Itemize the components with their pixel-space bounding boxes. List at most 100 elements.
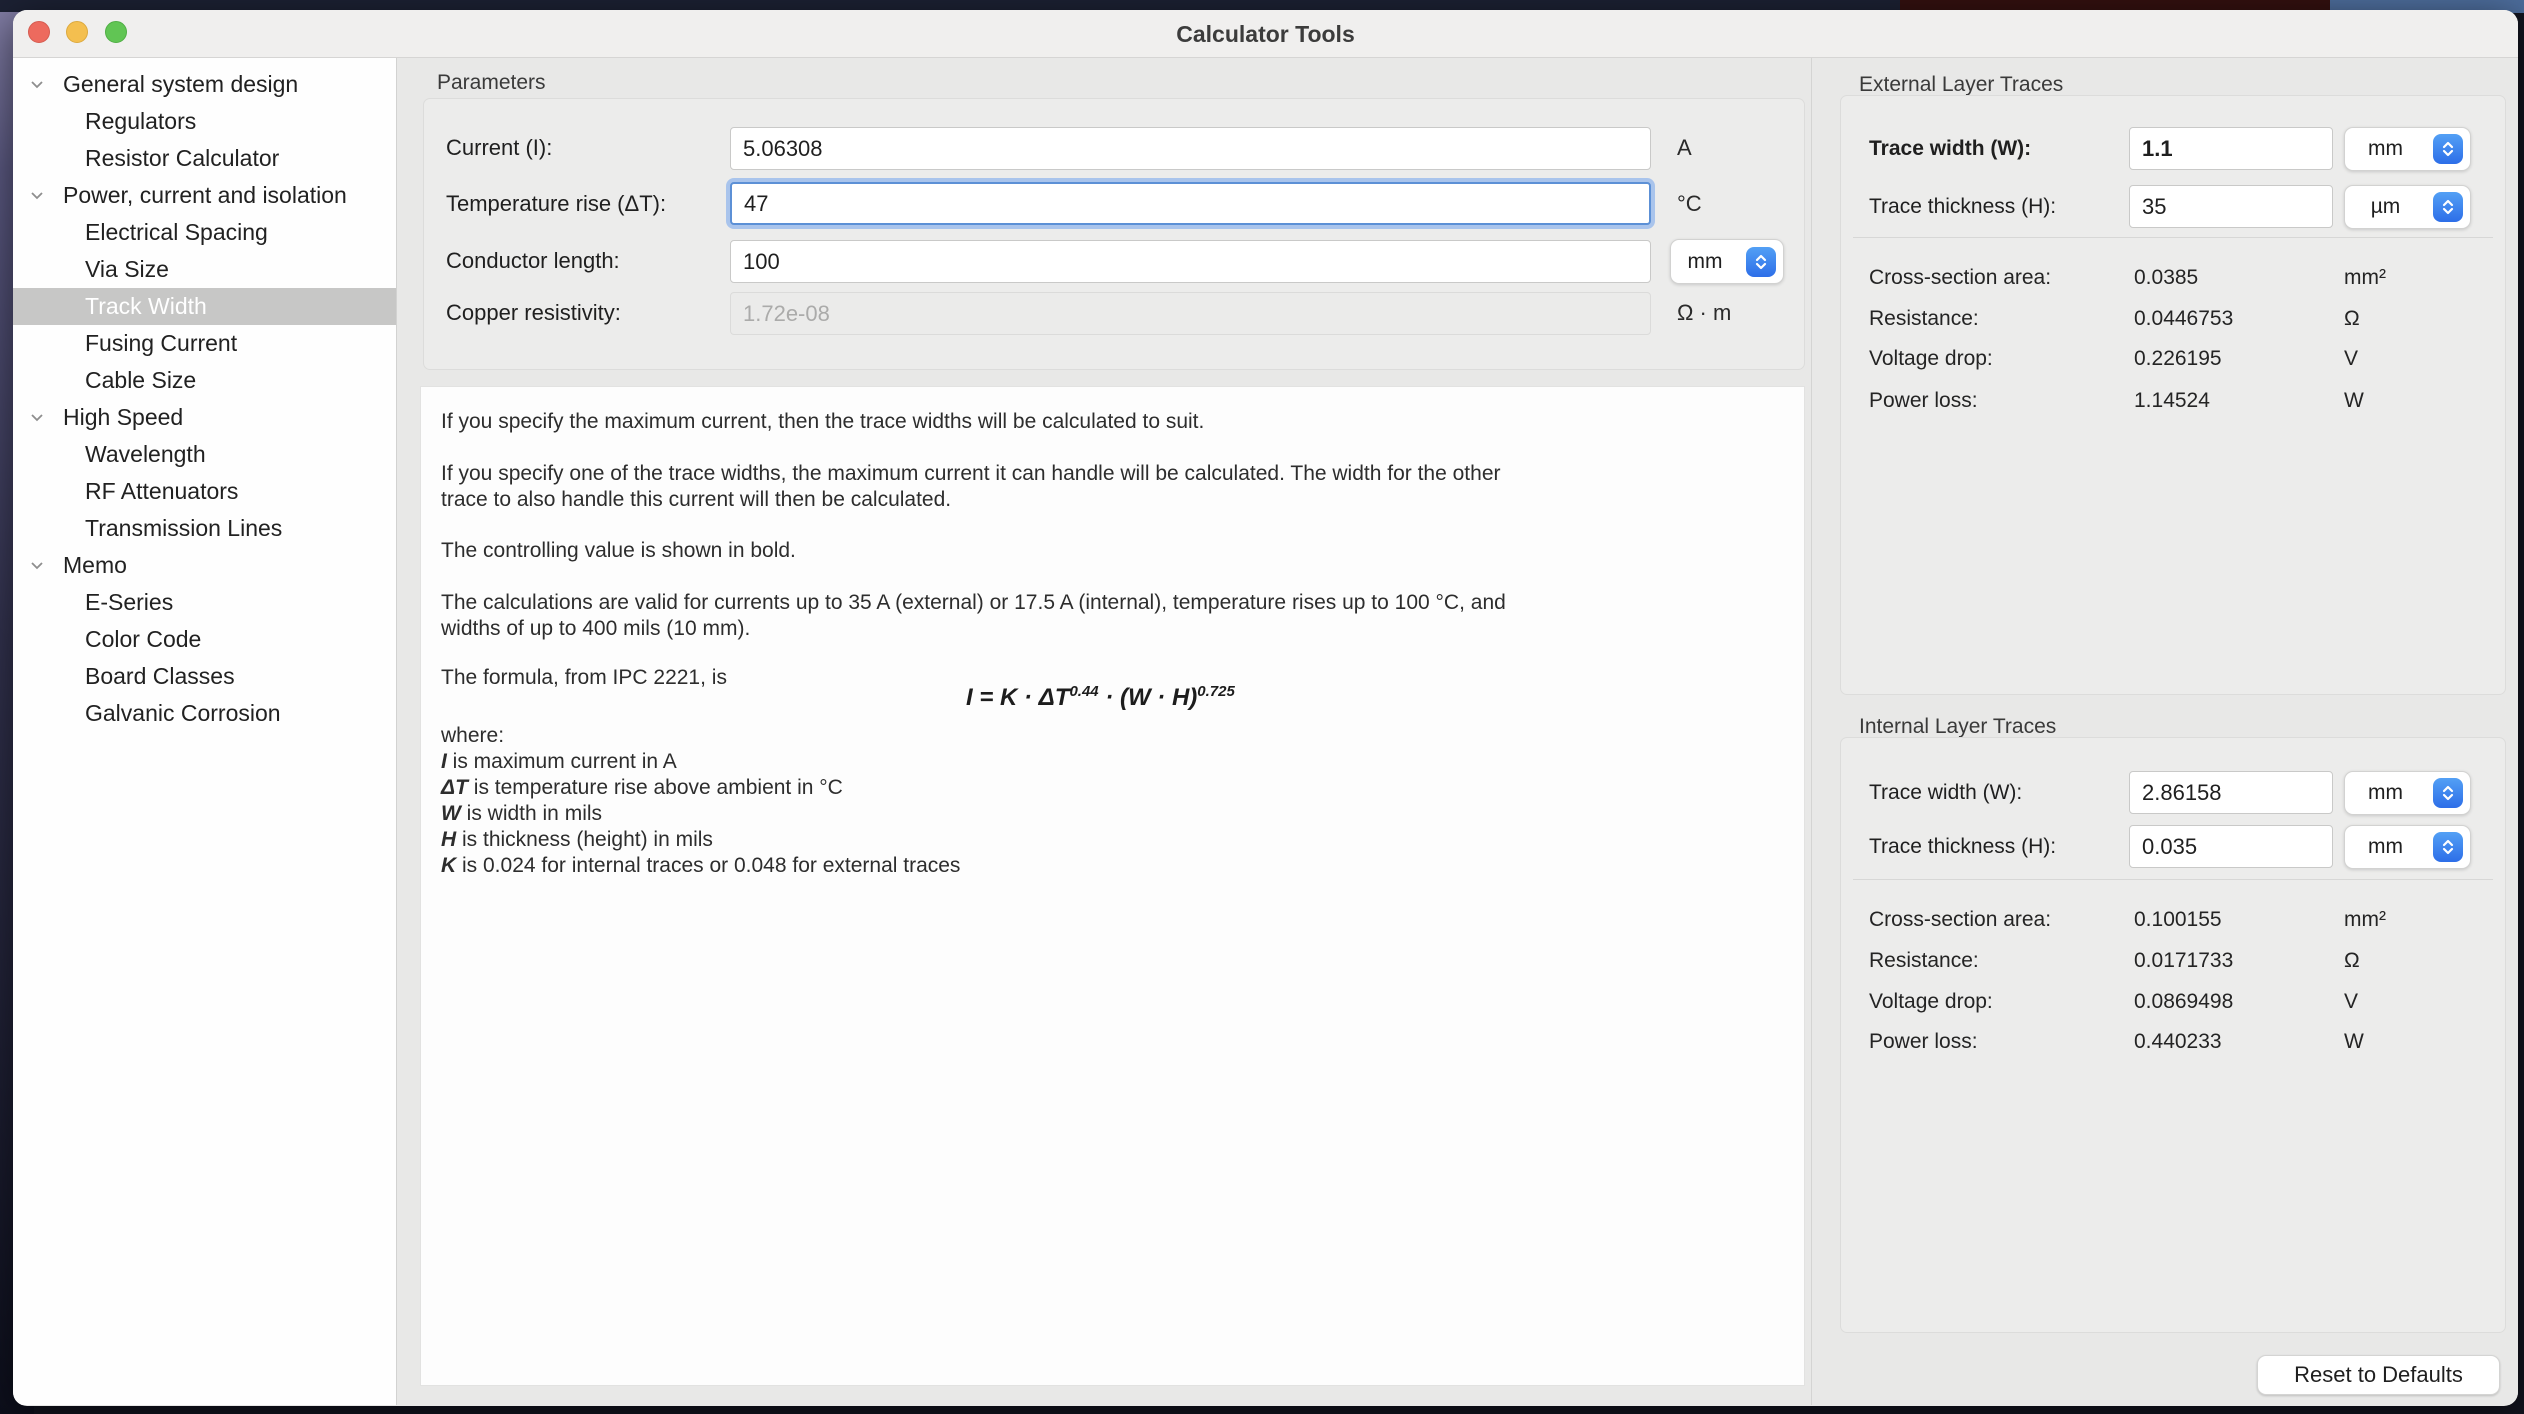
internal-trace-width-input[interactable] [2129, 771, 2333, 814]
where-line: I is maximum current in A [441, 749, 677, 775]
sidebar-item-via-size[interactable]: Via Size [13, 251, 396, 288]
internal-layer-traces-label: Internal Layer Traces [1859, 715, 2056, 739]
sidebar-item-color-code[interactable]: Color Code [13, 621, 396, 658]
external-power-loss-unit: W [2344, 386, 2364, 416]
divider [1853, 879, 2493, 880]
stepper-icon[interactable] [2433, 192, 2463, 222]
current-input[interactable] [730, 127, 1651, 170]
copper-resistivity-label: Copper resistivity: [446, 298, 621, 328]
sidebar-item-general-system-design[interactable]: General system design [13, 66, 396, 103]
internal-trace-thickness-unit-dropdown[interactable]: mm [2344, 825, 2471, 869]
external-trace-width-input[interactable] [2129, 127, 2333, 170]
chevron-down-icon[interactable] [30, 561, 44, 570]
dropdown-selected-value: mm [1671, 240, 1739, 283]
sidebar-item-high-speed[interactable]: High Speed [13, 399, 396, 436]
help-line: The controlling value is shown in bold. [441, 538, 796, 564]
sidebar-item-label: General system design [58, 71, 298, 98]
sidebar-item-label: Wavelength [13, 441, 206, 468]
stepper-icon[interactable] [2433, 134, 2463, 164]
sidebar-item-rf-attenuators[interactable]: RF Attenuators [13, 473, 396, 510]
help-line: The formula, from IPC 2221, is [441, 665, 727, 691]
dropdown-selected-value: mm [2345, 772, 2426, 814]
temperature-rise-input[interactable] [730, 182, 1651, 225]
internal-power-loss-value: 0.440233 [2134, 1027, 2222, 1057]
sidebar-item-label: Via Size [13, 256, 169, 283]
external-cross-section-value: 0.0385 [2134, 263, 2198, 293]
sidebar-item-resistor-calculator[interactable]: Resistor Calculator [13, 140, 396, 177]
temperature-rise-label: Temperature rise (ΔT): [446, 189, 666, 219]
help-line: trace to also handle this current will t… [441, 487, 951, 513]
sidebar-item-track-width[interactable]: Track Width [13, 288, 396, 325]
dropdown-selected-value: mm [2345, 128, 2426, 170]
help-line: If you specify the maximum current, then… [441, 409, 1204, 435]
sidebar-item-board-classes[interactable]: Board Classes [13, 658, 396, 695]
help-line: If you specify one of the trace widths, … [441, 461, 1501, 487]
sidebar-item-label: Galvanic Corrosion [13, 700, 281, 727]
internal-cross-section-value: 0.100155 [2134, 905, 2222, 935]
sidebar-item-transmission-lines[interactable]: Transmission Lines [13, 510, 396, 547]
divider [1853, 237, 2493, 238]
where-label: where: [441, 723, 504, 749]
chevron-down-icon[interactable] [30, 191, 44, 200]
external-trace-thickness-input[interactable] [2129, 185, 2333, 228]
sidebar-item-label: E-Series [13, 589, 173, 616]
sidebar-item-cable-size[interactable]: Cable Size [13, 362, 396, 399]
internal-trace-thickness-label: Trace thickness (H): [1869, 832, 2056, 862]
conductor-length-unit-dropdown[interactable]: mm [1670, 239, 1784, 284]
dropdown-selected-value: mm [2345, 826, 2426, 868]
window-title: Calculator Tools [13, 10, 2518, 58]
sidebar-item-label: Resistor Calculator [13, 145, 279, 172]
internal-trace-width-unit-dropdown[interactable]: mm [2344, 771, 2471, 815]
sidebar-item-wavelength[interactable]: Wavelength [13, 436, 396, 473]
external-trace-width-unit-dropdown[interactable]: mm [2344, 127, 2471, 171]
conductor-length-input[interactable] [730, 240, 1651, 283]
sidebar-item-fusing-current[interactable]: Fusing Current [13, 325, 396, 362]
internal-voltage-drop-unit: V [2344, 987, 2358, 1017]
conductor-length-label: Conductor length: [446, 246, 620, 276]
current-label: Current (I): [446, 133, 552, 163]
ipc2221-formula: I = K · ΔT0.44 · (W · H)0.725 [966, 683, 1235, 712]
stepper-icon[interactable] [1746, 247, 1776, 277]
internal-voltage-drop-value: 0.0869498 [2134, 987, 2233, 1017]
sidebar-item-label: Track Width [13, 293, 207, 320]
sidebar-item-label: Board Classes [13, 663, 235, 690]
sidebar-item-label: High Speed [58, 404, 183, 431]
internal-trace-thickness-input[interactable] [2129, 825, 2333, 868]
sidebar-item-label: Transmission Lines [13, 515, 282, 542]
dropdown-selected-value: µm [2345, 186, 2426, 228]
external-resistance-label: Resistance: [1869, 304, 1979, 334]
sidebar-item-label: Cable Size [13, 367, 196, 394]
copper-resistivity-unit-label: Ω · m [1677, 298, 1731, 328]
stepper-icon[interactable] [2433, 832, 2463, 862]
sidebar-item-power-current-isolation[interactable]: Power, current and isolation [13, 177, 396, 214]
sidebar-item-electrical-spacing[interactable]: Electrical Spacing [13, 214, 396, 251]
internal-resistance-unit: Ω [2344, 946, 2360, 976]
sidebar-item-label: Fusing Current [13, 330, 237, 357]
help-line: widths of up to 400 mils (10 mm). [441, 616, 750, 642]
track-width-main-panel: Parameters Current (I): A Temperature ri… [397, 58, 1812, 1405]
chevron-down-icon[interactable] [30, 80, 44, 89]
external-cross-section-unit: mm² [2344, 263, 2386, 293]
parameters-section-label: Parameters [437, 71, 546, 95]
reset-to-defaults-button[interactable]: Reset to Defaults [2257, 1355, 2500, 1395]
chevron-down-icon[interactable] [30, 413, 44, 422]
current-unit-label: A [1677, 133, 1692, 163]
internal-voltage-drop-label: Voltage drop: [1869, 987, 1993, 1017]
external-voltage-drop-value: 0.226195 [2134, 344, 2222, 374]
sidebar-item-galvanic-corrosion[interactable]: Galvanic Corrosion [13, 695, 396, 732]
internal-power-loss-label: Power loss: [1869, 1027, 1978, 1057]
sidebar-item-label: Power, current and isolation [58, 182, 347, 209]
where-line: H is thickness (height) in mils [441, 827, 713, 853]
sidebar-item-e-series[interactable]: E-Series [13, 584, 396, 621]
internal-resistance-value: 0.0171733 [2134, 946, 2233, 976]
where-line: W is width in mils [441, 801, 602, 827]
sidebar-item-label: Electrical Spacing [13, 219, 268, 246]
calculator-tools-window: Calculator Tools General system design R… [13, 10, 2518, 1406]
trace-results-panel: External Layer Traces Trace width (W): m… [1812, 58, 2518, 1405]
stepper-icon[interactable] [2433, 778, 2463, 808]
internal-layer-traces-group-box: Trace width (W): mm Trace thickness (H):… [1840, 737, 2506, 1333]
internal-trace-width-label: Trace width (W): [1869, 778, 2022, 808]
external-trace-thickness-unit-dropdown[interactable]: µm [2344, 185, 2471, 229]
sidebar-item-regulators[interactable]: Regulators [13, 103, 396, 140]
sidebar-item-memo[interactable]: Memo [13, 547, 396, 584]
